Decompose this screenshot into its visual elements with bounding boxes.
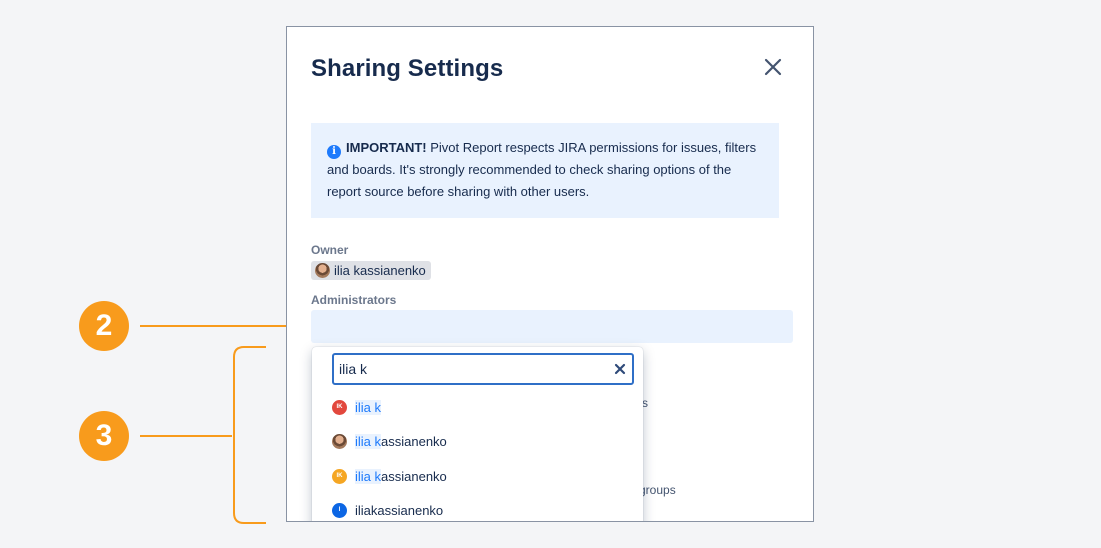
owner-name: ilia kassianenko — [334, 263, 426, 278]
user-search-input[interactable] — [332, 353, 634, 385]
clear-search-button[interactable] — [612, 361, 628, 377]
user-avatar: IK — [332, 399, 347, 415]
administrators-label: Administrators — [311, 293, 397, 307]
info-icon: i — [327, 145, 341, 159]
user-option-rest: assianenko — [381, 468, 447, 484]
user-option[interactable]: IK ilia k — [332, 395, 382, 419]
user-option-match: ilia k — [355, 468, 382, 484]
user-option[interactable]: IK ilia k assianenko — [332, 464, 447, 488]
owner-avatar — [315, 263, 330, 278]
user-option-match: ilia k — [355, 433, 382, 449]
callout-3-bracket — [233, 346, 266, 524]
user-avatar — [332, 433, 347, 449]
user-option[interactable]: I iliakassianenko — [332, 498, 444, 521]
callout-2: 2 — [79, 301, 129, 351]
callout-3: 3 — [79, 411, 129, 461]
close-button[interactable] — [759, 53, 787, 81]
user-option-rest: assianenko — [381, 433, 447, 449]
sharing-settings-dialog: Sharing Settings i IMPORTANT! Pivot Repor… — [286, 26, 814, 522]
info-important: IMPORTANT! — [346, 140, 427, 155]
callout-2-line — [140, 325, 295, 327]
owner-chip: ilia kassianenko — [311, 261, 431, 280]
background-text-fragment: groups — [639, 483, 676, 497]
user-picker-dropdown: IK ilia k ilia kassianenko IK ilia kassi… — [312, 347, 643, 521]
info-banner: i IMPORTANT! Pivot Report respects JIRA p… — [311, 123, 779, 218]
callout-3-line — [140, 435, 232, 437]
owner-label: Owner — [311, 243, 349, 257]
dialog-title: Sharing Settings — [311, 55, 504, 82]
user-avatar: IK — [332, 468, 347, 484]
user-option-match: ilia k — [355, 399, 382, 415]
user-option-rest: iliakassianenko — [355, 502, 444, 518]
administrators-field[interactable] — [311, 310, 793, 343]
clear-icon — [614, 363, 626, 375]
close-icon — [764, 58, 782, 76]
user-option[interactable]: ilia k assianenko — [332, 429, 447, 453]
user-avatar: I — [332, 502, 347, 518]
